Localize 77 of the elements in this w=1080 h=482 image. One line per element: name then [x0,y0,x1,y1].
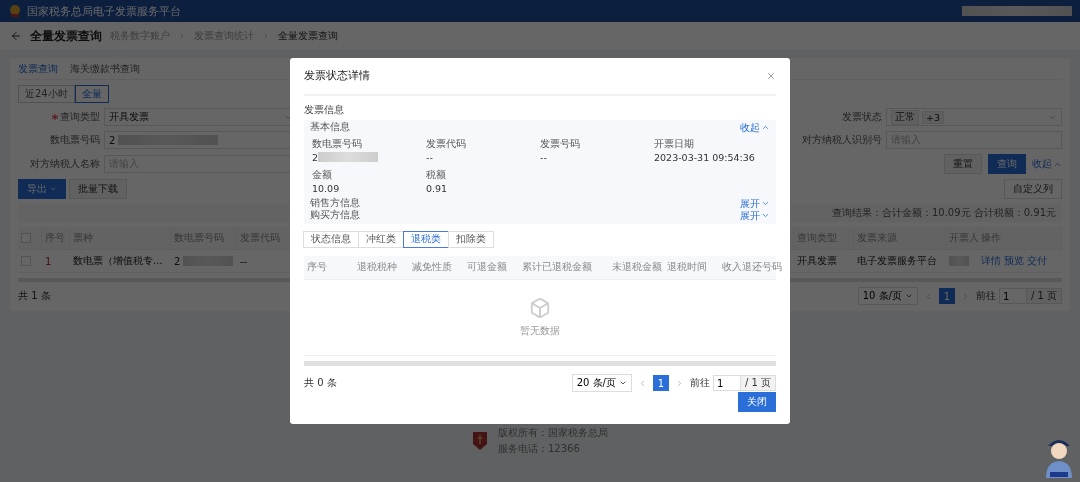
empty-box-icon [529,296,551,319]
row-action-link[interactable]: 交付 [1027,254,1047,268]
chevron-down-icon [49,185,57,193]
detail-tab[interactable]: 退税类 [403,230,449,248]
back-arrow-icon[interactable] [10,30,22,42]
section-title: 发票信息 [304,102,345,117]
total-count: 共 1 条 [18,289,51,303]
field-value: 2023-03-31 09:54:36 [654,151,755,163]
table-cell: 开具发票 [794,250,854,273]
query-tab[interactable]: 发票查询 [18,62,58,76]
page-count: / 1 页 [739,375,776,391]
column-header: 减免性质 [411,259,453,274]
column-header: 退税时间 [666,259,708,274]
field-value: -- [426,151,433,163]
chevron-down-icon [618,379,627,387]
total-count: 共 0 条 [304,376,337,390]
field-label: 开票日期 [654,137,695,151]
goto-label: 前往 [689,376,710,390]
batch-download-button[interactable]: 批量下载 [69,179,127,199]
field-label: 数电票号码 [50,133,100,147]
table-cell: 电子发票服务平台 [854,250,946,273]
detail-tab[interactable]: 状态信息 [303,230,359,248]
chevron-down-icon [904,292,913,300]
collapse-link[interactable]: 收起 [1032,157,1062,171]
detail-tab[interactable]: 扣除类 [448,230,494,248]
close-icon[interactable] [766,70,776,81]
empty-text: 暂无数据 [520,324,560,338]
column-header: 累计已退税金额 [521,259,593,274]
field-label: 发票状态 [842,110,882,124]
goto-label: 前往 [975,289,996,303]
column-header: 收入退还号码 [721,259,783,274]
reset-button[interactable]: 重置 [944,154,982,174]
close-button[interactable]: 关闭 [738,392,776,412]
custom-columns-button[interactable]: 自定义列 [1004,179,1062,199]
table-cell: 数电票（增值税专... [70,250,171,273]
emblem-icon [8,4,22,18]
column-header: 可退金额 [466,259,508,274]
field-value: -- [540,151,547,163]
row-action-link[interactable]: 预览 [1004,254,1024,268]
page-count: / 1 页 [1025,288,1062,304]
page-size-select[interactable]: 10 条/页 [857,287,918,305]
expand-toggle-link[interactable]: 收起 [740,120,770,135]
goto-page-input[interactable]: 1 [998,288,1027,304]
field-label: 金额 [312,168,333,182]
table-cell: 1 [42,250,70,273]
field-value: 0.91 [426,182,448,194]
page-size-select[interactable]: 20 条/页 [571,374,632,392]
field-value: 10.09 [312,182,340,194]
search-button[interactable]: 查询 [988,154,1026,174]
column-header: 序号 [306,259,328,274]
expand-toggle-link[interactable]: 展开 [740,208,770,223]
field-label: 税额 [426,168,447,182]
detail-tab[interactable]: 冲红类 [358,230,404,248]
group-title: 基本信息 [310,121,350,135]
field-label: 数电票号码 [312,137,363,151]
column-header: 退税税种 [356,259,398,274]
shield-emblem-icon [472,431,488,451]
field-label: 发票代码 [426,137,467,151]
page-title: 全量发票查询 [30,27,102,45]
scrollbar[interactable] [304,361,776,366]
status-select[interactable]: 正常 +3 [886,108,1062,126]
table-cell: 2 [174,255,181,267]
dialog-title: 发票状态详情 [304,68,370,84]
field-label: 发票号码 [540,137,581,151]
platform-title: 国家税务总局电子发票服务平台 [27,3,181,19]
chevron-right-icon [262,32,270,40]
row-action-link[interactable]: 详情 [981,254,1001,268]
goto-page-input[interactable]: 1 [712,375,741,391]
group-title: 购买方信息 [310,209,360,223]
range-toggle-button[interactable]: 全量 [74,85,109,103]
page-number[interactable]: 1 [652,375,669,391]
field-value: 2 [312,151,319,163]
breadcrumb-link[interactable]: 全量发票查询 [278,29,338,43]
page-number[interactable]: 1 [938,288,955,304]
chevron-right-icon [178,32,186,40]
column-header: 未退税金额 [611,259,663,274]
export-button[interactable]: 导出 [18,179,66,199]
